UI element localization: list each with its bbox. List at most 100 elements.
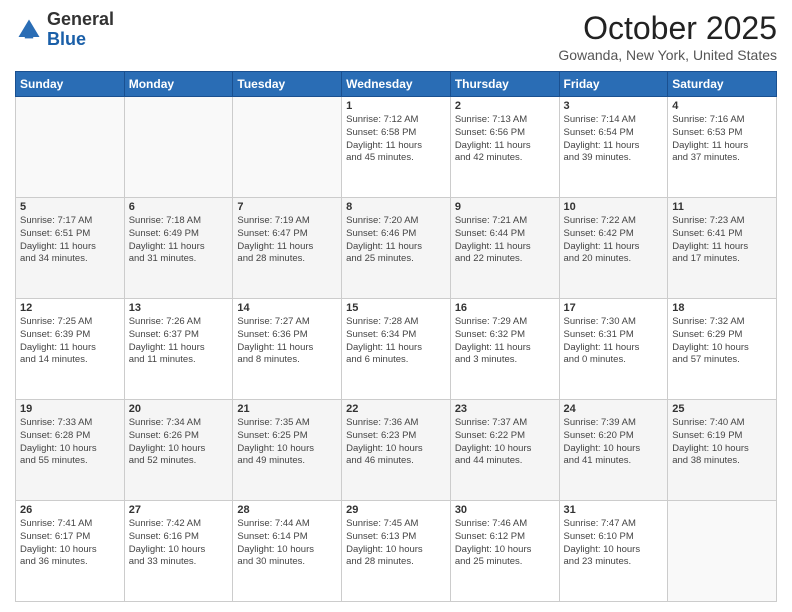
calendar-cell: 4 Sunrise: 7:16 AM Sunset: 6:53 PM Daylig… — [668, 97, 777, 198]
day-info: Sunrise: 7:32 AM Sunset: 6:29 PM Dayligh… — [672, 316, 772, 367]
calendar-cell — [124, 97, 233, 198]
day-info: Sunrise: 7:33 AM Sunset: 6:28 PM Dayligh… — [20, 417, 120, 468]
calendar-cell: 9 Sunrise: 7:21 AM Sunset: 6:44 PM Daylig… — [450, 198, 559, 299]
day-info: Sunrise: 7:16 AM Sunset: 6:53 PM Dayligh… — [672, 114, 772, 165]
day-number: 29 — [346, 504, 446, 516]
logo-icon — [15, 16, 43, 44]
day-number: 23 — [455, 403, 555, 415]
calendar-cell: 22 Sunrise: 7:36 AM Sunset: 6:23 PM Dayli… — [342, 400, 451, 501]
calendar-header-friday: Friday — [559, 72, 668, 97]
day-number: 22 — [346, 403, 446, 415]
title-block: October 2025 Gowanda, New York, United S… — [558, 10, 777, 63]
day-info: Sunrise: 7:12 AM Sunset: 6:58 PM Dayligh… — [346, 114, 446, 165]
calendar-cell — [16, 97, 125, 198]
calendar-cell: 10 Sunrise: 7:22 AM Sunset: 6:42 PM Dayli… — [559, 198, 668, 299]
calendar-cell: 5 Sunrise: 7:17 AM Sunset: 6:51 PM Daylig… — [16, 198, 125, 299]
header: General Blue October 2025 Gowanda, New Y… — [15, 10, 777, 63]
day-info: Sunrise: 7:13 AM Sunset: 6:56 PM Dayligh… — [455, 114, 555, 165]
logo-blue: Blue — [47, 29, 86, 49]
day-number: 17 — [564, 302, 664, 314]
day-info: Sunrise: 7:35 AM Sunset: 6:25 PM Dayligh… — [237, 417, 337, 468]
day-number: 21 — [237, 403, 337, 415]
calendar-cell: 31 Sunrise: 7:47 AM Sunset: 6:10 PM Dayli… — [559, 501, 668, 602]
calendar-week-2: 12Sunrise: 7:25 AM Sunset: 6:39 PM Dayli… — [16, 299, 777, 400]
calendar-header-row: SundayMondayTuesdayWednesdayThursdayFrid… — [16, 72, 777, 97]
calendar-cell — [233, 97, 342, 198]
day-info: Sunrise: 7:19 AM Sunset: 6:47 PM Dayligh… — [237, 215, 337, 266]
day-info: Sunrise: 7:30 AM Sunset: 6:31 PM Dayligh… — [564, 316, 664, 367]
calendar-cell: 23 Sunrise: 7:37 AM Sunset: 6:22 PM Dayli… — [450, 400, 559, 501]
day-number: 4 — [672, 100, 772, 112]
day-number: 6 — [129, 201, 229, 213]
day-info: Sunrise: 7:23 AM Sunset: 6:41 PM Dayligh… — [672, 215, 772, 266]
calendar-cell: 18 Sunrise: 7:32 AM Sunset: 6:29 PM Dayli… — [668, 299, 777, 400]
day-info: Sunrise: 7:17 AM Sunset: 6:51 PM Dayligh… — [20, 215, 120, 266]
day-number: 28 — [237, 504, 337, 516]
calendar-cell: 16 Sunrise: 7:29 AM Sunset: 6:32 PM Dayli… — [450, 299, 559, 400]
day-number: 19 — [20, 403, 120, 415]
calendar-table: SundayMondayTuesdayWednesdayThursdayFrid… — [15, 71, 777, 602]
day-number: 16 — [455, 302, 555, 314]
page: General Blue October 2025 Gowanda, New Y… — [0, 0, 792, 612]
calendar-cell: 24Sunrise: 7:39 AM Sunset: 6:20 PM Dayli… — [559, 400, 668, 501]
calendar-cell: 26 Sunrise: 7:41 AM Sunset: 6:17 PM Dayli… — [16, 501, 125, 602]
day-number: 27 — [129, 504, 229, 516]
day-info: Sunrise: 7:22 AM Sunset: 6:42 PM Dayligh… — [564, 215, 664, 266]
month-title: October 2025 — [558, 10, 777, 47]
day-number: 10 — [564, 201, 664, 213]
calendar-cell: 27 Sunrise: 7:42 AM Sunset: 6:16 PM Dayli… — [124, 501, 233, 602]
calendar-cell: 21 Sunrise: 7:35 AM Sunset: 6:25 PM Dayli… — [233, 400, 342, 501]
day-info: Sunrise: 7:14 AM Sunset: 6:54 PM Dayligh… — [564, 114, 664, 165]
calendar-cell: 20 Sunrise: 7:34 AM Sunset: 6:26 PM Dayli… — [124, 400, 233, 501]
day-number: 30 — [455, 504, 555, 516]
day-info: Sunrise: 7:45 AM Sunset: 6:13 PM Dayligh… — [346, 518, 446, 569]
calendar-cell: 1 Sunrise: 7:12 AM Sunset: 6:58 PM Daylig… — [342, 97, 451, 198]
day-number: 26 — [20, 504, 120, 516]
calendar-cell — [668, 501, 777, 602]
calendar-cell: 13 Sunrise: 7:26 AM Sunset: 6:37 PM Dayli… — [124, 299, 233, 400]
day-info: Sunrise: 7:40 AM Sunset: 6:19 PM Dayligh… — [672, 417, 772, 468]
day-info: Sunrise: 7:41 AM Sunset: 6:17 PM Dayligh… — [20, 518, 120, 569]
day-info: Sunrise: 7:42 AM Sunset: 6:16 PM Dayligh… — [129, 518, 229, 569]
calendar-cell: 28 Sunrise: 7:44 AM Sunset: 6:14 PM Dayli… — [233, 501, 342, 602]
day-info: Sunrise: 7:44 AM Sunset: 6:14 PM Dayligh… — [237, 518, 337, 569]
day-number: 7 — [237, 201, 337, 213]
day-number: 2 — [455, 100, 555, 112]
logo-text: General Blue — [47, 10, 114, 50]
calendar-cell: 12Sunrise: 7:25 AM Sunset: 6:39 PM Dayli… — [16, 299, 125, 400]
calendar-cell: 6 Sunrise: 7:18 AM Sunset: 6:49 PM Daylig… — [124, 198, 233, 299]
day-number: 9 — [455, 201, 555, 213]
day-info: Sunrise: 7:29 AM Sunset: 6:32 PM Dayligh… — [455, 316, 555, 367]
day-info: Sunrise: 7:20 AM Sunset: 6:46 PM Dayligh… — [346, 215, 446, 266]
day-info: Sunrise: 7:21 AM Sunset: 6:44 PM Dayligh… — [455, 215, 555, 266]
day-info: Sunrise: 7:18 AM Sunset: 6:49 PM Dayligh… — [129, 215, 229, 266]
day-info: Sunrise: 7:26 AM Sunset: 6:37 PM Dayligh… — [129, 316, 229, 367]
day-info: Sunrise: 7:37 AM Sunset: 6:22 PM Dayligh… — [455, 417, 555, 468]
day-number: 1 — [346, 100, 446, 112]
calendar-cell: 2 Sunrise: 7:13 AM Sunset: 6:56 PM Daylig… — [450, 97, 559, 198]
calendar-header-saturday: Saturday — [668, 72, 777, 97]
day-info: Sunrise: 7:36 AM Sunset: 6:23 PM Dayligh… — [346, 417, 446, 468]
calendar-cell: 14 Sunrise: 7:27 AM Sunset: 6:36 PM Dayli… — [233, 299, 342, 400]
calendar-week-4: 26 Sunrise: 7:41 AM Sunset: 6:17 PM Dayli… — [16, 501, 777, 602]
day-number: 18 — [672, 302, 772, 314]
day-number: 20 — [129, 403, 229, 415]
day-number: 31 — [564, 504, 664, 516]
day-number: 5 — [20, 201, 120, 213]
day-info: Sunrise: 7:47 AM Sunset: 6:10 PM Dayligh… — [564, 518, 664, 569]
calendar-header-sunday: Sunday — [16, 72, 125, 97]
calendar-cell: 15Sunrise: 7:28 AM Sunset: 6:34 PM Dayli… — [342, 299, 451, 400]
location: Gowanda, New York, United States — [558, 47, 777, 63]
day-number: 3 — [564, 100, 664, 112]
calendar-week-3: 19 Sunrise: 7:33 AM Sunset: 6:28 PM Dayli… — [16, 400, 777, 501]
logo: General Blue — [15, 10, 114, 50]
day-info: Sunrise: 7:34 AM Sunset: 6:26 PM Dayligh… — [129, 417, 229, 468]
day-number: 11 — [672, 201, 772, 213]
calendar-cell: 17 Sunrise: 7:30 AM Sunset: 6:31 PM Dayli… — [559, 299, 668, 400]
day-info: Sunrise: 7:25 AM Sunset: 6:39 PM Dayligh… — [20, 316, 120, 367]
day-number: 14 — [237, 302, 337, 314]
logo-general: General — [47, 9, 114, 29]
day-number: 13 — [129, 302, 229, 314]
day-number: 24 — [564, 403, 664, 415]
day-info: Sunrise: 7:27 AM Sunset: 6:36 PM Dayligh… — [237, 316, 337, 367]
